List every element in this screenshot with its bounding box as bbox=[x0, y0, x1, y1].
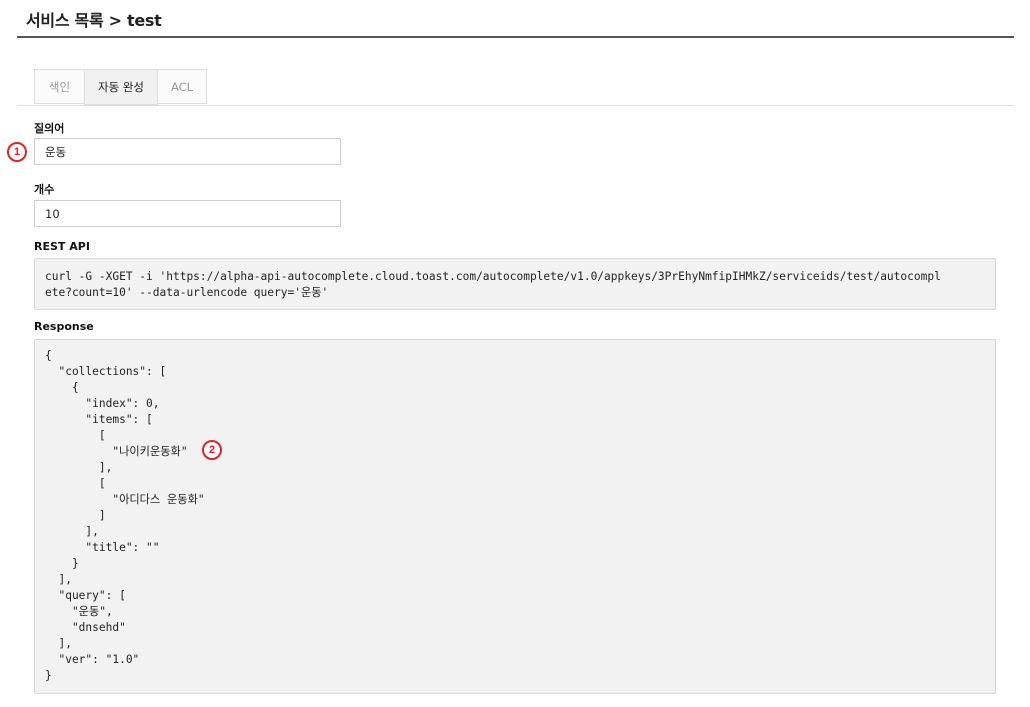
response-line: "운동", bbox=[45, 605, 113, 618]
tab-acl[interactable]: ACL bbox=[157, 69, 207, 104]
count-label: 개수 bbox=[34, 183, 55, 196]
response-line: [ bbox=[45, 477, 106, 490]
callout-marker-1: 1 bbox=[7, 142, 27, 162]
callout-marker-2: 2 bbox=[202, 440, 222, 460]
response-line: ], bbox=[45, 525, 99, 538]
tab-autocomplete[interactable]: 자동 완성 bbox=[84, 69, 158, 105]
rest-api-line: ete?count=10' --data-urlencode query='운동… bbox=[45, 286, 329, 299]
response-label: Response bbox=[34, 320, 94, 333]
tab-index[interactable]: 색인 bbox=[34, 69, 85, 104]
response-line: { bbox=[45, 381, 79, 394]
rest-api-line: curl -G -XGET -i 'https://alpha-api-auto… bbox=[45, 270, 941, 283]
tab-bar: 색인 자동 완성 ACL bbox=[17, 69, 1014, 106]
response-line: "ver": "1.0" bbox=[45, 653, 140, 666]
response-line: } bbox=[45, 557, 79, 570]
response-body[interactable]: { "collections": [ { "index": 0, "items"… bbox=[34, 339, 996, 694]
response-line: "index": 0, bbox=[45, 397, 160, 410]
response-line: "collections": [ bbox=[45, 365, 167, 378]
response-line: "title": "" bbox=[45, 541, 160, 554]
response-line: ], bbox=[45, 573, 72, 586]
page-title: 서비스 목록 > test bbox=[26, 11, 162, 30]
query-input[interactable] bbox=[34, 138, 341, 165]
rest-api-label: REST API bbox=[34, 240, 90, 253]
query-label: 질의어 bbox=[34, 122, 65, 135]
response-line: "나이키운동화" bbox=[45, 445, 188, 458]
response-line: ] bbox=[45, 509, 106, 522]
response-line: { bbox=[45, 349, 52, 362]
response-line: "items": [ bbox=[45, 413, 153, 426]
response-line: ], bbox=[45, 637, 72, 650]
response-line: "dnsehd" bbox=[45, 621, 126, 634]
count-input[interactable] bbox=[34, 200, 341, 227]
response-line: } bbox=[45, 669, 52, 682]
rest-api-command[interactable]: curl -G -XGET -i 'https://alpha-api-auto… bbox=[34, 258, 996, 310]
response-line: "아디다스 운동화" bbox=[45, 493, 205, 506]
response-line: "query": [ bbox=[45, 589, 126, 602]
response-line: ], bbox=[45, 461, 113, 474]
title-divider bbox=[17, 36, 1014, 38]
response-line: [ bbox=[45, 429, 106, 442]
